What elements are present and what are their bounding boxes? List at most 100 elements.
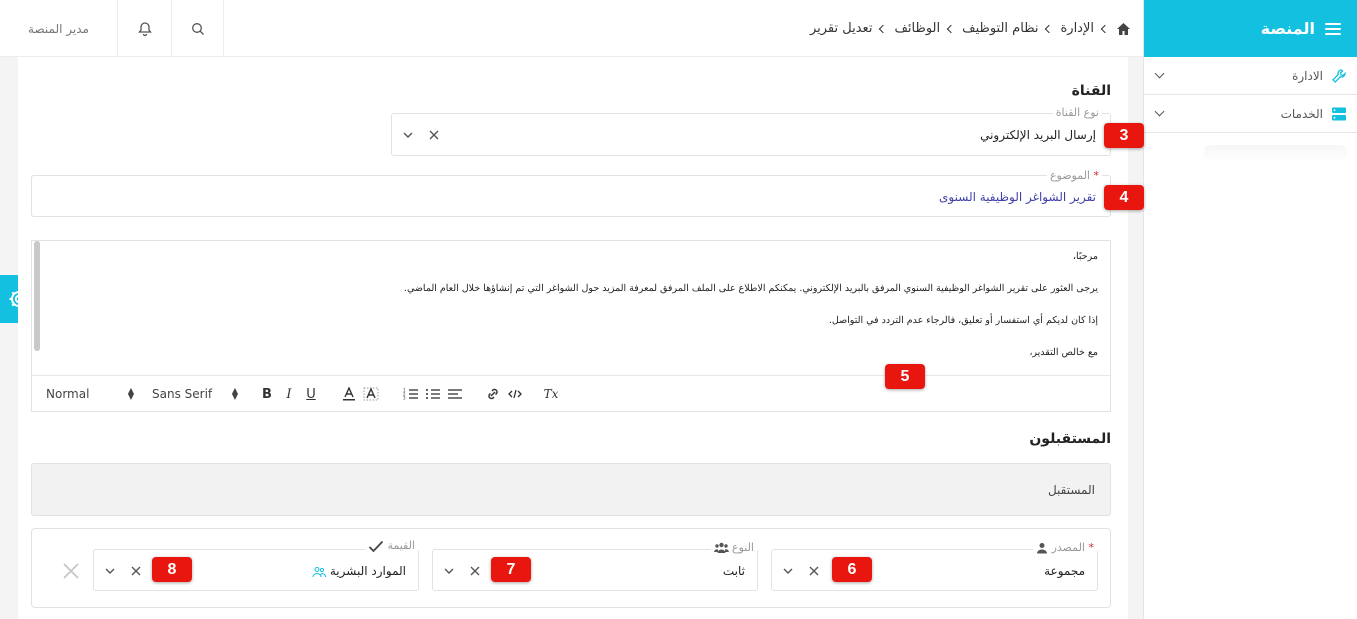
value-select[interactable]: الموارد البشرية <box>93 549 419 591</box>
updown-icon: ▲ ▼ <box>231 386 238 401</box>
check-icon <box>368 540 384 552</box>
header-select-value: Normal <box>46 387 90 401</box>
editor-line: مع خالص التقدير، <box>1029 347 1098 358</box>
sidebar-item-services[interactable]: الخدمات <box>1144 95 1357 133</box>
editor-scrollbar[interactable] <box>34 241 40 351</box>
source-value: مجموعة <box>1044 564 1085 578</box>
editor-line: إذا كان لديكم أي استفسار أو تعليق، فالرج… <box>828 315 1098 326</box>
italic-button[interactable]: I <box>278 387 300 402</box>
value-value: الموارد البشرية <box>312 564 406 578</box>
annotation-badge-6: 6 <box>832 557 872 582</box>
source-select[interactable]: مجموعة <box>771 549 1098 591</box>
brand-title: المنصة <box>1260 19 1315 38</box>
subject-label: الموضوع * <box>1046 169 1102 182</box>
breadcrumb-item-admin[interactable]: الإدارة <box>1060 21 1094 36</box>
link-icon[interactable] <box>482 387 504 401</box>
editor-line: يرجى العثور على تقرير الشواغر الوظيفية ا… <box>403 283 1098 294</box>
clear-format-button[interactable]: Tx <box>540 387 562 401</box>
value-label: القيمة <box>364 539 418 553</box>
sidebar-item-label: الادارة <box>1292 68 1323 83</box>
subject-input[interactable]: تقرير الشواغر الوظيفية السنوى <box>31 175 1111 217</box>
top-bar: مدير المنصة الإدارة نظام التوظيف الوظائف… <box>0 0 1143 57</box>
clear-icon[interactable] <box>130 565 142 577</box>
type-value: ثابت <box>722 564 745 578</box>
channel-type-value: إرسال البريد الإلكتروني <box>980 128 1096 142</box>
chevron-down-icon[interactable] <box>402 129 414 141</box>
channel-type-label: نوع القناة <box>1052 106 1102 119</box>
breadcrumb-separator <box>1100 24 1110 33</box>
receiver-header: المستقبل <box>31 463 1111 516</box>
search-icon <box>191 22 204 35</box>
remove-rule-icon[interactable] <box>62 562 80 580</box>
type-select[interactable]: ثابت <box>432 549 758 591</box>
users-icon <box>713 542 729 553</box>
notifications-button[interactable] <box>118 0 172 57</box>
background-color-icon[interactable] <box>360 387 382 401</box>
breadcrumb-separator <box>1045 24 1054 33</box>
required-mark: * <box>1088 541 1095 554</box>
chevron-down-icon[interactable] <box>443 565 455 577</box>
annotation-badge-5: 5 <box>885 364 925 389</box>
home-icon[interactable] <box>1116 22 1131 36</box>
align-icon[interactable] <box>444 387 466 401</box>
clear-icon[interactable] <box>469 565 481 577</box>
clear-icon[interactable] <box>428 129 440 141</box>
message-editor[interactable]: مرحبًا، يرجى العثور على تقرير الشواغر ال… <box>31 240 1111 412</box>
chevron-down-icon <box>1154 106 1165 117</box>
sidebar-header: المنصة <box>1144 0 1357 57</box>
breadcrumb-separator <box>946 24 956 33</box>
bold-button[interactable]: B <box>256 387 278 402</box>
breadcrumb-item-edit-report: تعديل تقرير <box>809 21 873 36</box>
sidebar-item-label: الخدمات <box>1280 106 1323 121</box>
source-label-text: المصدر <box>1051 541 1085 554</box>
type-label-text: النوع <box>732 541 754 554</box>
annotation-badge-4: 4 <box>1104 185 1144 210</box>
chevron-down-icon[interactable] <box>104 565 116 577</box>
chevron-down-icon <box>1154 68 1165 79</box>
breadcrumb-item-jobs[interactable]: الوظائف <box>894 21 940 36</box>
value-value-text: الموارد البشرية <box>329 564 406 578</box>
font-select[interactable]: Sans Serif ▲ ▼ <box>152 386 238 402</box>
chevron-down-icon[interactable] <box>782 565 794 577</box>
sidebar-item-admin[interactable]: الادارة <box>1144 57 1357 95</box>
annotation-badge-3: 3 <box>1104 123 1144 148</box>
search-button[interactable] <box>172 0 224 57</box>
breadcrumb-separator <box>879 24 888 33</box>
receivers-section-title: المستقبلون <box>1029 431 1111 447</box>
type-label: النوع <box>710 541 757 554</box>
source-label: المصدر * <box>1033 541 1097 554</box>
user-menu[interactable]: مدير المنصة <box>0 0 118 57</box>
user-icon <box>1037 543 1048 554</box>
underline-button[interactable]: U <box>300 387 322 402</box>
ordered-list-icon[interactable]: 123 <box>400 387 422 401</box>
text-color-icon[interactable] <box>338 387 360 401</box>
channel-type-select[interactable]: إرسال البريد الإلكتروني <box>391 113 1111 156</box>
menu-icon[interactable] <box>1325 22 1341 35</box>
breadcrumb-item-recruitment[interactable]: نظام التوظيف <box>962 21 1038 36</box>
editor-content[interactable]: مرحبًا، يرجى العثور على تقرير الشواغر ال… <box>32 241 1110 375</box>
sidebar-placeholder <box>1204 145 1347 163</box>
svg-text:3: 3 <box>403 396 406 401</box>
breadcrumb: الإدارة نظام التوظيف الوظائف تعديل تقرير <box>810 0 1131 57</box>
receiver-label: المستقبل <box>1047 483 1095 497</box>
wrench-icon <box>1332 68 1346 83</box>
required-mark: * <box>1093 169 1100 182</box>
header-select[interactable]: Normal ▲ ▼ <box>46 386 134 402</box>
subject-value: تقرير الشواغر الوظيفية السنوى <box>939 190 1096 204</box>
updown-icon: ▲ ▼ <box>127 386 134 401</box>
server-icon <box>1332 107 1346 120</box>
bell-icon <box>137 21 152 36</box>
channel-section-title: القناة <box>1071 83 1111 99</box>
clear-icon[interactable] <box>808 565 820 577</box>
bullet-list-icon[interactable] <box>422 387 444 401</box>
font-select-value: Sans Serif <box>152 387 213 401</box>
sidebar: المنصة الادارة الخدمات <box>1143 0 1357 619</box>
editor-toolbar: Normal ▲ ▼ Sans Serif ▲ ▼ B I U 123 Tx <box>32 375 1110 412</box>
group-icon <box>312 566 327 577</box>
receiver-rule: مجموعة المصدر * ثابت النوع الموارد البشر… <box>31 528 1111 608</box>
subject-label-text: الموضوع <box>1049 169 1090 182</box>
code-icon[interactable] <box>504 387 526 401</box>
user-name: مدير المنصة <box>28 21 89 36</box>
value-label-text: القيمة <box>387 539 415 552</box>
annotation-badge-7: 7 <box>491 557 531 582</box>
